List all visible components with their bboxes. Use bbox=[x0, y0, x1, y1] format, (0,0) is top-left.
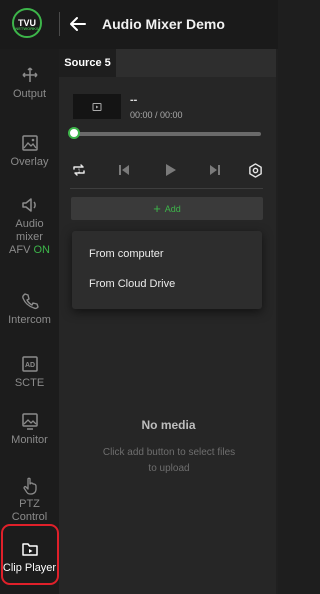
pointer-hand-icon bbox=[22, 477, 37, 495]
sidebar: Output Overlay Audio mixer AFV ON Interc… bbox=[0, 49, 59, 594]
top-bar: TVU NETWORKS Audio Mixer Demo bbox=[0, 0, 278, 49]
sidebar-item-label: Intercom bbox=[8, 314, 51, 326]
source-tabs: Source 5 bbox=[59, 49, 278, 77]
empty-state-title: No media bbox=[141, 418, 196, 432]
sidebar-item-label: Overlay bbox=[10, 156, 49, 168]
svg-text:1: 1 bbox=[78, 169, 81, 175]
sidebar-item-clip-player[interactable]: Clip Player bbox=[0, 539, 59, 575]
sidebar-item-scte[interactable]: AD SCTE bbox=[0, 354, 59, 390]
panel-right-edge bbox=[276, 49, 278, 594]
sidebar-item-label: SCTE bbox=[14, 377, 45, 389]
seek-bar[interactable] bbox=[75, 132, 261, 136]
speaker-icon bbox=[21, 198, 36, 212]
sidebar-item-label: PTZ Control bbox=[11, 498, 48, 523]
play-folder-icon bbox=[21, 543, 38, 556]
next-button[interactable] bbox=[206, 161, 224, 179]
previous-button[interactable] bbox=[115, 161, 133, 179]
afv-status: ON bbox=[33, 244, 50, 256]
tvu-logo: TVU NETWORKS bbox=[12, 8, 42, 38]
header-divider bbox=[59, 12, 60, 36]
plus-icon: + bbox=[153, 201, 161, 216]
back-arrow-icon[interactable] bbox=[67, 13, 89, 35]
phone-icon bbox=[21, 293, 39, 310]
play-icon bbox=[166, 164, 176, 176]
ad-icon: AD bbox=[21, 356, 38, 372]
video-file-icon bbox=[92, 102, 102, 111]
sidebar-item-label: Audio mixer AFV ON bbox=[9, 218, 50, 256]
sidebar-item-ptz-control[interactable]: PTZ Control bbox=[0, 475, 59, 524]
add-source-menu: From computer From Cloud Drive bbox=[72, 231, 262, 309]
clip-thumbnail bbox=[73, 94, 121, 119]
settings-icon bbox=[248, 162, 262, 178]
skip-next-icon bbox=[210, 165, 220, 175]
sidebar-item-monitor[interactable]: Monitor bbox=[0, 411, 59, 447]
controls-divider bbox=[70, 188, 263, 189]
output-icon bbox=[21, 67, 38, 82]
svg-text:AD: AD bbox=[24, 362, 34, 369]
sidebar-item-label: Monitor bbox=[11, 434, 48, 446]
sidebar-item-label: Clip Player bbox=[2, 562, 57, 574]
clip-settings-button[interactable] bbox=[246, 161, 264, 179]
logo-subtext: NETWORKS bbox=[15, 26, 39, 31]
add-button[interactable]: + Add bbox=[71, 197, 263, 220]
menu-item-from-cloud-drive[interactable]: From Cloud Drive bbox=[89, 278, 175, 290]
sidebar-item-audio-mixer[interactable]: Audio mixer AFV ON bbox=[0, 195, 59, 257]
play-button[interactable] bbox=[161, 161, 179, 179]
loop-icon: 1 bbox=[73, 164, 85, 176]
clip-name: -- bbox=[130, 94, 138, 106]
monitor-icon bbox=[21, 413, 38, 430]
tab-source-5[interactable]: Source 5 bbox=[59, 49, 116, 77]
sidebar-item-overlay[interactable]: Overlay bbox=[0, 133, 59, 169]
seek-handle[interactable] bbox=[68, 127, 80, 139]
menu-item-from-computer[interactable]: From computer bbox=[89, 248, 164, 260]
loop-button[interactable]: 1 bbox=[70, 161, 88, 179]
empty-state-description: Click add button to select files to uplo… bbox=[102, 447, 236, 474]
sidebar-item-intercom[interactable]: Intercom bbox=[0, 291, 59, 327]
page-title: Audio Mixer Demo bbox=[102, 16, 225, 32]
add-button-label: Add bbox=[164, 203, 181, 214]
image-icon bbox=[21, 135, 38, 151]
clip-time: 00:00 / 00:00 bbox=[130, 110, 183, 120]
sidebar-item-output[interactable]: Output bbox=[0, 65, 59, 101]
skip-previous-icon bbox=[119, 165, 129, 175]
sidebar-item-label: Output bbox=[12, 88, 47, 100]
clip-player-panel: Source 5 -- 00:00 / 00:00 1 + Add From c… bbox=[59, 49, 278, 594]
